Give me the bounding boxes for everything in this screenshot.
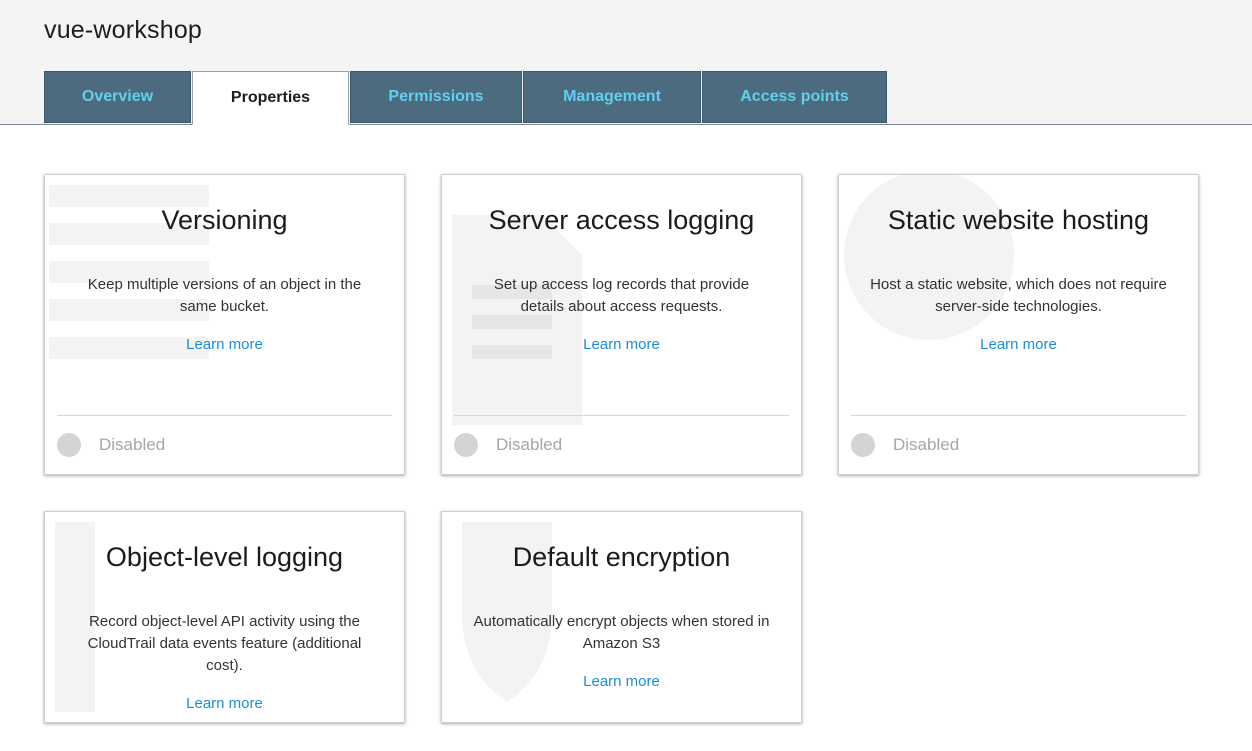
card-title: Server access logging — [488, 205, 755, 235]
learn-more-link[interactable]: Learn more — [45, 336, 404, 353]
card-static-website-hosting: Static website hosting Host a static web… — [838, 174, 1199, 475]
card-server-access-logging: Server access logging Set up access log … — [441, 174, 802, 475]
learn-more-link[interactable]: Learn more — [442, 673, 801, 690]
card-versioning: Versioning Keep multiple versions of an … — [44, 174, 405, 475]
status-dot-icon — [57, 433, 81, 457]
learn-more-link[interactable]: Learn more — [45, 695, 404, 712]
tab-properties[interactable]: Properties — [192, 71, 349, 125]
status-toggle[interactable]: Disabled — [851, 433, 959, 457]
learn-more-link[interactable]: Learn more — [839, 336, 1198, 353]
status-dot-icon — [851, 433, 875, 457]
tab-access-points[interactable]: Access points — [702, 71, 887, 123]
card-title: Object-level logging — [105, 542, 344, 572]
status-label: Disabled — [99, 435, 166, 454]
card-title: Default encryption — [512, 542, 731, 572]
card-description: Host a static website, which does not re… — [870, 276, 1167, 315]
card-description: Set up access log records that provide d… — [493, 276, 750, 315]
status-toggle[interactable]: Disabled — [454, 433, 562, 457]
card-title: Versioning — [161, 205, 288, 235]
card-description: Automatically encrypt objects when store… — [473, 613, 770, 652]
card-object-level-logging: Object-level logging Record object-level… — [44, 511, 405, 723]
status-toggle[interactable]: Disabled — [57, 433, 165, 457]
card-title: Static website hosting — [887, 205, 1150, 235]
card-description: Record object-level API activity using t… — [87, 613, 362, 674]
card-divider — [57, 415, 392, 416]
bucket-name-title: vue-workshop — [44, 16, 203, 44]
card-divider — [851, 415, 1186, 416]
learn-more-link[interactable]: Learn more — [442, 336, 801, 353]
status-label: Disabled — [496, 435, 563, 454]
card-description: Keep multiple versions of an object in t… — [87, 276, 362, 315]
tab-permissions[interactable]: Permissions — [350, 71, 522, 123]
tab-overview[interactable]: Overview — [44, 71, 191, 123]
tab-bar: Overview Properties Permissions Manageme… — [44, 71, 888, 125]
card-divider — [454, 415, 789, 416]
tab-management[interactable]: Management — [523, 71, 701, 123]
status-dot-icon — [454, 433, 478, 457]
card-default-encryption: Default encryption Automatically encrypt… — [441, 511, 802, 723]
status-label: Disabled — [893, 435, 960, 454]
